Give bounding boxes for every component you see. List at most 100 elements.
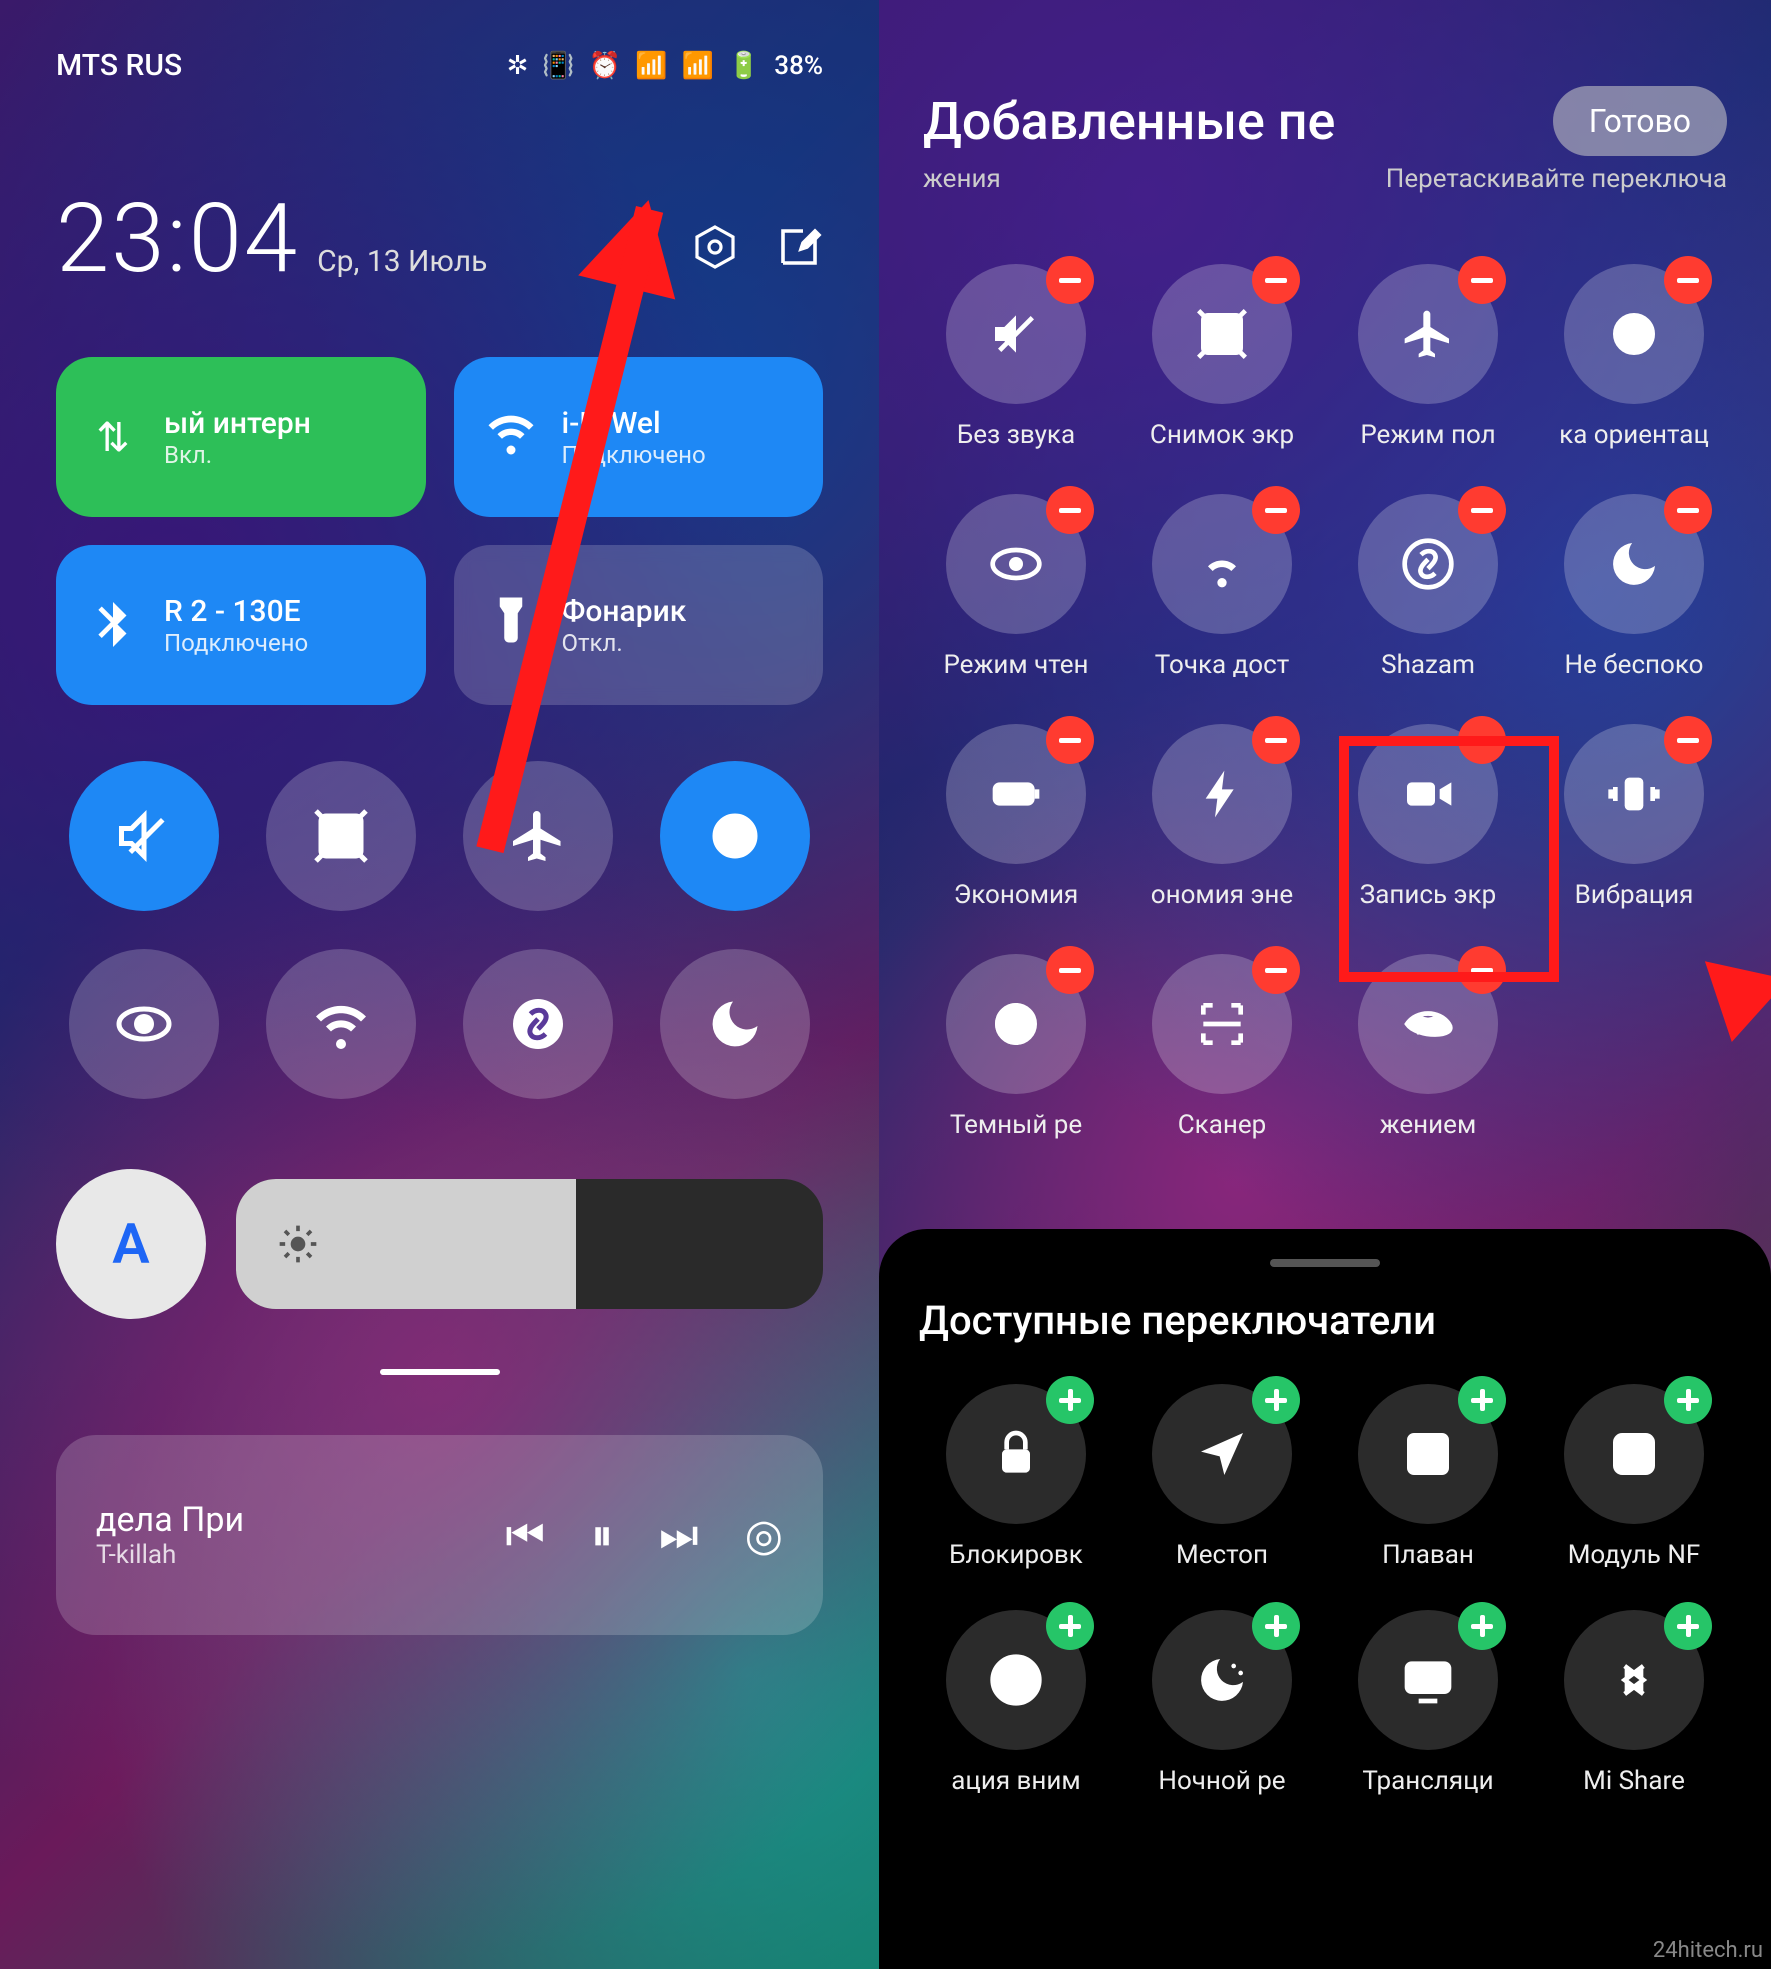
mute-toggle[interactable] — [69, 761, 219, 911]
media-player-card[interactable]: дела При T-killah ⏮ ⏸ ⏭ ◎ — [56, 1435, 823, 1635]
toggle-shazam[interactable]: Shazam — [1331, 494, 1525, 680]
screenshot-toggle[interactable] — [266, 761, 416, 911]
toggle-label: Не беспоко — [1564, 650, 1703, 680]
toggle-screen-record[interactable]: Запись экр — [1331, 724, 1525, 910]
bluetooth-tile[interactable]: R 2 - 130EПодключено — [56, 545, 426, 705]
remove-icon[interactable] — [1252, 256, 1300, 304]
avail-floating[interactable]: Плаван — [1331, 1384, 1525, 1570]
toggle-hotspot[interactable]: Точка дост — [1125, 494, 1319, 680]
remove-icon[interactable] — [1252, 716, 1300, 764]
avail-night-mode[interactable]: Ночной ре — [1125, 1610, 1319, 1796]
reading-mode-toggle[interactable] — [69, 949, 219, 1099]
toggle-mute[interactable]: Без звука — [919, 264, 1113, 450]
tile-sub: Откл. — [562, 629, 687, 657]
add-icon[interactable] — [1046, 1376, 1094, 1424]
subtitle-right: Перетаскивайте переключа — [1386, 164, 1727, 194]
tile-title: ый интерн — [164, 406, 311, 441]
drag-handle[interactable] — [380, 1369, 500, 1375]
toggle-floating-window[interactable]: жением — [1331, 954, 1525, 1140]
added-toggles-grid: Без звука Снимок экр Режим пол ка ориент… — [879, 194, 1771, 1140]
add-icon[interactable] — [1252, 1602, 1300, 1650]
add-icon[interactable] — [1252, 1376, 1300, 1424]
bluetooth-icon: ✲ — [507, 51, 529, 81]
avail-cast[interactable]: Трансляци — [1331, 1610, 1525, 1796]
wifi-tile[interactable]: i-Fi WelПодключено — [454, 357, 824, 517]
control-center-panel: MTS RUS ✲ 📳 ⏰ 📶 📶 🔋 38% 23:04 Ср, 13 Июл… — [0, 0, 879, 1969]
remove-icon[interactable] — [1458, 716, 1506, 764]
airplane-toggle[interactable] — [463, 761, 613, 911]
remove-icon[interactable] — [1046, 946, 1094, 994]
remove-icon[interactable] — [1252, 486, 1300, 534]
add-icon[interactable] — [1664, 1376, 1712, 1424]
remove-icon[interactable] — [1664, 256, 1712, 304]
avail-label: Модуль NF — [1568, 1540, 1701, 1570]
remove-icon[interactable] — [1664, 486, 1712, 534]
remove-icon[interactable] — [1046, 486, 1094, 534]
add-icon[interactable] — [1458, 1376, 1506, 1424]
avail-label: Блокировк — [949, 1540, 1083, 1570]
hotspot-toggle[interactable] — [266, 949, 416, 1099]
toggle-label: Сканер — [1178, 1110, 1267, 1140]
toggle-power-saving[interactable]: ономия эне — [1125, 724, 1319, 910]
toggle-airplane[interactable]: Режим пол — [1331, 264, 1525, 450]
shazam-toggle[interactable] — [463, 949, 613, 1099]
avail-mi-share[interactable]: Mi Share — [1537, 1610, 1731, 1796]
avail-nfc[interactable]: Модуль NF — [1537, 1384, 1731, 1570]
toggle-vibration[interactable]: Вибрация — [1537, 724, 1731, 910]
tile-grid: ⇅ ый интернВкл. i-Fi WelПодключено R 2 -… — [0, 315, 879, 705]
settings-icon[interactable] — [691, 223, 739, 271]
remove-icon[interactable] — [1046, 256, 1094, 304]
available-grid: Блокировк Местоп Плаван Модуль NF ация в… — [919, 1384, 1731, 1796]
avail-label: Mi Share — [1583, 1766, 1685, 1796]
toggle-scanner[interactable]: Сканер — [1125, 954, 1319, 1140]
toggle-dnd[interactable]: Не беспоко — [1537, 494, 1731, 680]
vibrate-icon: 📳 — [542, 51, 574, 81]
avail-lock[interactable]: Блокировк — [919, 1384, 1113, 1570]
toggle-reading-mode[interactable]: Режим чтен — [919, 494, 1113, 680]
add-icon[interactable] — [1046, 1602, 1094, 1650]
toggle-label: Вибрация — [1575, 880, 1694, 910]
toggle-label: Точка дост — [1155, 650, 1290, 680]
tile-sub: Подключено — [562, 441, 706, 469]
remove-icon[interactable] — [1664, 716, 1712, 764]
toggle-label: Запись экр — [1360, 880, 1496, 910]
tile-sub: Вкл. — [164, 441, 311, 469]
available-toggles-panel[interactable]: Доступные переключатели Блокировк Местоп… — [879, 1229, 1771, 1969]
status-icons: ✲ 📳 ⏰ 📶 📶 🔋 38% — [507, 51, 823, 81]
flashlight-tile[interactable]: ФонарикОткл. — [454, 545, 824, 705]
wifi-icon: 📶 — [682, 51, 714, 81]
avail-label: Трансляци — [1362, 1766, 1493, 1796]
remove-icon[interactable] — [1252, 946, 1300, 994]
bluetooth-tile-icon — [86, 593, 140, 657]
remove-icon[interactable] — [1458, 256, 1506, 304]
remove-icon[interactable] — [1458, 486, 1506, 534]
edit-icon[interactable] — [775, 223, 823, 271]
sheet-handle[interactable] — [1270, 1259, 1380, 1267]
auto-brightness-button[interactable]: A — [56, 1169, 206, 1319]
rotation-lock-toggle[interactable] — [660, 761, 810, 911]
status-bar: MTS RUS ✲ 📳 ⏰ 📶 📶 🔋 38% — [0, 0, 879, 83]
brightness-slider[interactable] — [236, 1179, 823, 1309]
dnd-toggle[interactable] — [660, 949, 810, 1099]
media-prev-icon[interactable]: ⏮ — [505, 1509, 545, 1561]
toggle-rotation-lock[interactable]: ка ориентац — [1537, 264, 1731, 450]
mobile-data-tile[interactable]: ⇅ ый интернВкл. — [56, 357, 426, 517]
done-button[interactable]: Готово — [1553, 86, 1727, 156]
avail-attention[interactable]: ация вним — [919, 1610, 1113, 1796]
clock-row: 23:04 Ср, 13 Июль — [0, 83, 879, 315]
toggle-dark-mode[interactable]: Темный ре — [919, 954, 1113, 1140]
avail-location[interactable]: Местоп — [1125, 1384, 1319, 1570]
media-next-icon[interactable]: ⏭ — [659, 1509, 699, 1561]
toggle-label: ономия эне — [1151, 880, 1293, 910]
toggle-screenshot[interactable]: Снимок экр — [1125, 264, 1319, 450]
watermark: 24hitech.ru — [1653, 1938, 1763, 1963]
remove-icon[interactable] — [1458, 946, 1506, 994]
media-output-icon[interactable]: ◎ — [745, 1509, 783, 1561]
add-icon[interactable] — [1458, 1602, 1506, 1650]
brightness-fill — [236, 1179, 576, 1309]
toggle-battery-saver[interactable]: Экономия — [919, 724, 1113, 910]
remove-icon[interactable] — [1046, 716, 1094, 764]
tile-title: i-Fi Wel — [562, 406, 706, 441]
media-pause-icon[interactable]: ⏸ — [591, 1509, 613, 1561]
add-icon[interactable] — [1664, 1602, 1712, 1650]
